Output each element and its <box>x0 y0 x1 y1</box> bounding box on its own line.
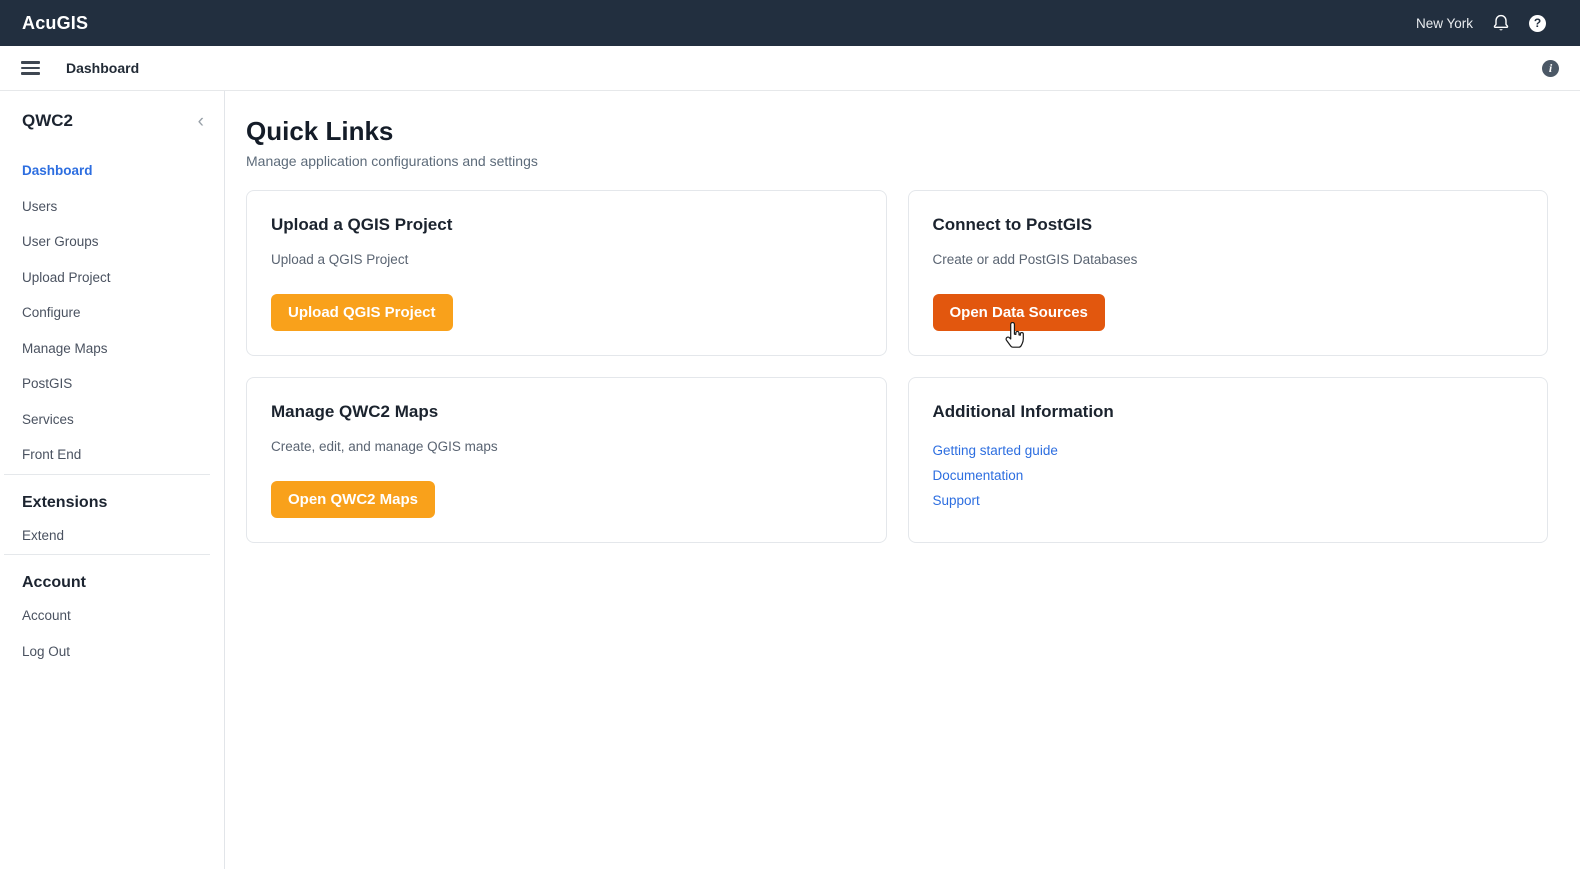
help-icon[interactable]: ? <box>1529 15 1546 32</box>
top-navbar: AcuGIS New York ? <box>0 0 1580 46</box>
sidebar-divider <box>4 554 210 555</box>
documentation-link[interactable]: Documentation <box>933 467 1024 484</box>
quick-links-grid: Upload a QGIS Project Upload a QGIS Proj… <box>246 190 1548 543</box>
sidebar-section-account: Account <box>0 568 224 598</box>
toolbar-right-group: i <box>1542 60 1559 77</box>
brand-logo[interactable]: AcuGIS <box>22 13 88 34</box>
sidebar-item-manage-maps[interactable]: Manage Maps <box>0 331 224 367</box>
sidebar-item-upload-project[interactable]: Upload Project <box>0 260 224 296</box>
card-description: Create, edit, and manage QGIS maps <box>271 438 862 455</box>
open-qwc2-maps-button[interactable]: Open QWC2 Maps <box>271 481 435 518</box>
card-additional-information: Additional Information Getting started g… <box>908 377 1549 543</box>
card-connect-postgis: Connect to PostGIS Create or add PostGIS… <box>908 190 1549 356</box>
card-title: Additional Information <box>933 402 1524 422</box>
page-title: Quick Links <box>246 116 1548 147</box>
chevron-left-icon[interactable]: ‹ <box>194 112 208 131</box>
location-label[interactable]: New York <box>1416 16 1473 31</box>
card-title: Upload a QGIS Project <box>271 215 862 235</box>
sidebar: QWC2 ‹ Dashboard Users User Groups Uploa… <box>0 91 225 869</box>
upload-qgis-project-button[interactable]: Upload QGIS Project <box>271 294 453 331</box>
sidebar-item-account[interactable]: Account <box>0 598 224 634</box>
info-icon[interactable]: i <box>1542 60 1559 77</box>
sidebar-divider <box>4 474 210 475</box>
sidebar-nav: Dashboard Users User Groups Upload Proje… <box>0 153 224 669</box>
sidebar-title: QWC2 <box>22 111 73 131</box>
sidebar-header: QWC2 ‹ <box>0 105 224 137</box>
breadcrumb[interactable]: Dashboard <box>66 60 139 76</box>
page-layout: QWC2 ‹ Dashboard Users User Groups Uploa… <box>0 91 1580 869</box>
card-description: Upload a QGIS Project <box>271 251 862 268</box>
sidebar-item-user-groups[interactable]: User Groups <box>0 224 224 260</box>
card-links: Getting started guide Documentation Supp… <box>933 442 1524 517</box>
open-data-sources-button[interactable]: Open Data Sources <box>933 294 1105 331</box>
sidebar-item-users[interactable]: Users <box>0 189 224 225</box>
card-manage-qwc2-maps: Manage QWC2 Maps Create, edit, and manag… <box>246 377 887 543</box>
sidebar-item-log-out[interactable]: Log Out <box>0 634 224 670</box>
sidebar-item-configure[interactable]: Configure <box>0 295 224 331</box>
sidebar-item-dashboard[interactable]: Dashboard <box>0 153 224 189</box>
notifications-bell-icon[interactable] <box>1493 14 1509 32</box>
card-description: Create or add PostGIS Databases <box>933 251 1524 268</box>
page-subtitle: Manage application configurations and se… <box>246 153 1548 171</box>
sidebar-item-extend[interactable]: Extend <box>0 518 224 554</box>
getting-started-guide-link[interactable]: Getting started guide <box>933 442 1058 459</box>
secondary-toolbar: Dashboard i <box>0 46 1580 91</box>
navbar-right-group: New York ? <box>1416 14 1546 32</box>
card-title: Manage QWC2 Maps <box>271 402 862 422</box>
menu-hamburger-icon[interactable] <box>21 59 40 77</box>
sidebar-section-extensions: Extensions <box>0 488 224 518</box>
sidebar-item-postgis[interactable]: PostGIS <box>0 366 224 402</box>
card-title: Connect to PostGIS <box>933 215 1524 235</box>
sidebar-item-front-end[interactable]: Front End <box>0 437 224 473</box>
support-link[interactable]: Support <box>933 492 980 509</box>
sidebar-item-services[interactable]: Services <box>0 402 224 438</box>
card-upload-qgis-project: Upload a QGIS Project Upload a QGIS Proj… <box>246 190 887 356</box>
main-content: Quick Links Manage application configura… <box>225 91 1580 869</box>
